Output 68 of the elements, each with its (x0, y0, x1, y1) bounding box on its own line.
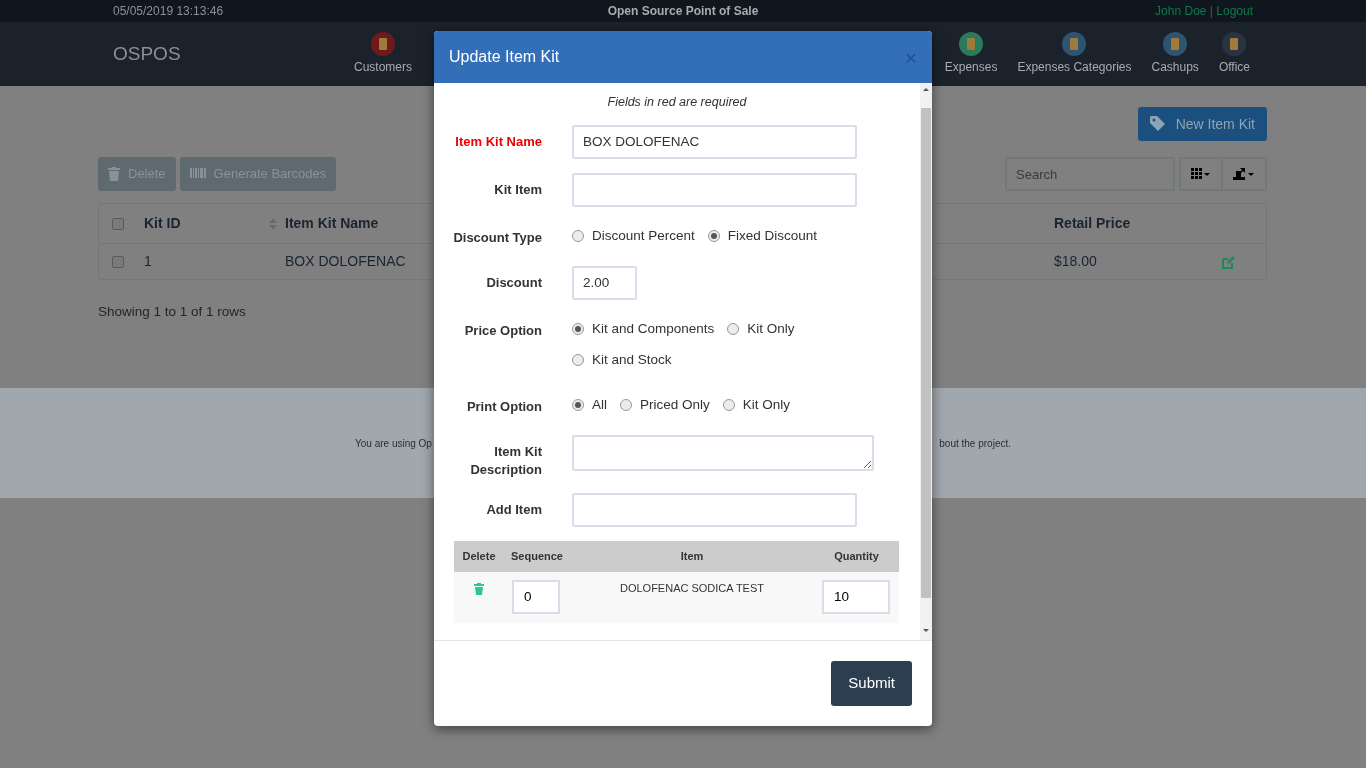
trash-icon (108, 167, 120, 181)
column-header: Sequence (510, 549, 564, 564)
separator: | (1209, 4, 1213, 18)
field-label: Item Kit Name (454, 132, 542, 151)
checkbox[interactable] (112, 217, 124, 230)
column-header[interactable]: Retail Price (1054, 213, 1214, 234)
grid-icon (1191, 168, 1211, 180)
input-field[interactable]: 2.00 (572, 265, 637, 300)
field-label: Discount Type (452, 228, 542, 247)
column-header[interactable]: Kit ID (144, 213, 181, 234)
option-label[interactable]: Priced Only (640, 395, 710, 416)
column-header: Delete (461, 549, 497, 564)
option-label[interactable]: Discount Percent (592, 226, 695, 247)
column-header: Quantity (833, 549, 880, 564)
app-title: Open Source Point of Sale (607, 3, 759, 20)
date-time: 05/05/2019 13:13:46 (113, 3, 225, 20)
table-cell-text: BOX DOLOFENAC (285, 252, 407, 271)
item-name: DOLOFENAC SODICA TEST (619, 581, 765, 594)
checkbox[interactable] (112, 255, 124, 268)
export-icon (1233, 167, 1255, 181)
field-label: Discount (485, 273, 542, 292)
field-label: Kit Item (493, 180, 542, 199)
trash-icon[interactable] (474, 582, 484, 595)
input-field[interactable]: BOX DOLOFENAC (572, 124, 857, 159)
pagination-info: Showing 1 to 1 of 1 rows (98, 303, 247, 321)
submit-button[interactable]: Submit (831, 661, 912, 706)
input-field[interactable] (572, 172, 857, 207)
option-label[interactable]: Kit and Components (592, 319, 715, 340)
radio-button[interactable] (722, 399, 735, 412)
tag-icon (1149, 116, 1168, 132)
nav-label[interactable]: Expenses (944, 58, 998, 76)
barcode-icon (189, 167, 206, 181)
radio-button[interactable] (620, 399, 632, 412)
radio-button[interactable] (572, 323, 584, 336)
option-label[interactable]: Kit Only (747, 319, 795, 340)
option-label[interactable]: Kit and Stock (592, 350, 672, 371)
option-label[interactable]: Kit Only (742, 395, 791, 416)
footer-text: You are using Op (355, 436, 432, 451)
radio-button[interactable] (572, 354, 584, 367)
radio-button[interactable] (727, 323, 740, 336)
option-label[interactable]: Fixed Discount (727, 226, 818, 247)
option-label[interactable]: All (592, 395, 607, 416)
field-label: Print Option (465, 397, 542, 416)
columns-dropdown[interactable] (1179, 157, 1223, 191)
nav-label[interactable]: Office (1218, 58, 1250, 76)
field-label: Add Item (485, 500, 542, 519)
footer-text: bout the project. (939, 436, 1011, 451)
radio-button[interactable] (707, 230, 720, 243)
quantity-field[interactable]: 10 (822, 579, 890, 614)
nav-label[interactable]: Customers (354, 58, 412, 76)
required-note: Fields in red are required (606, 94, 748, 111)
scrollbar[interactable] (920, 83, 932, 640)
column-header: Item (679, 549, 705, 564)
radio-button[interactable] (572, 399, 584, 412)
radio-button[interactable] (572, 230, 584, 243)
nav-label[interactable]: Cashups (1151, 58, 1199, 76)
search-field[interactable]: Search (1005, 157, 1175, 191)
nav-label[interactable]: Expenses Categories (1017, 58, 1132, 76)
table-cell-text: $18.00 (1054, 252, 1098, 271)
input-field[interactable] (572, 492, 857, 527)
table-cell-text: 1 (144, 252, 153, 271)
brand[interactable]: OSPOS (113, 39, 354, 69)
modal-title: Update Item Kit (449, 47, 560, 67)
field-label: Price Option (463, 321, 542, 340)
textarea-field[interactable] (572, 434, 874, 471)
export-dropdown[interactable] (1223, 157, 1267, 191)
field-label: Item Kit Description (469, 442, 542, 479)
sequence-field[interactable]: 0 (512, 579, 560, 614)
